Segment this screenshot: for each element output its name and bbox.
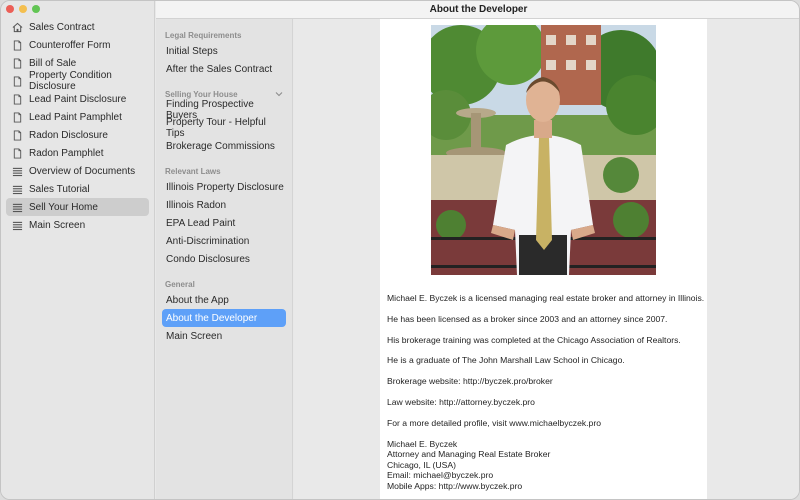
section-header: General	[156, 277, 292, 291]
document-icon	[10, 38, 24, 52]
sidebar-item-main-screen[interactable]: Main Screen	[6, 216, 149, 234]
bio-paragraph: Michael E. Byczek is a licensed managing…	[387, 293, 705, 303]
sidebar-item-label: Lead Paint Disclosure	[29, 93, 127, 105]
sidebar-item-label: Radon Disclosure	[29, 129, 108, 141]
nav-item-brokerage-commissions[interactable]: Brokerage Commissions	[162, 137, 286, 155]
section-header: Legal Requirements	[156, 28, 292, 42]
bio-paragraph: Law website: http://attorney.byczek.pro	[387, 396, 535, 407]
house-icon	[10, 20, 24, 34]
sidebar-item-label: Property Condition Disclosure	[29, 70, 112, 92]
signature-line: Mobile Apps: http://www.byczek.pro	[387, 480, 523, 491]
sidebar-item-lead-paint-disclosure[interactable]: Lead Paint Disclosure	[6, 90, 149, 108]
document-icon	[10, 56, 24, 70]
nav-item-epa-lead-paint[interactable]: EPA Lead Paint	[162, 214, 286, 232]
nav-item-illinois-property-disclosure[interactable]: Illinois Property Disclosure	[162, 178, 286, 196]
document-icon	[10, 128, 24, 142]
sidebar-item-label: Main Screen	[29, 219, 86, 231]
section-title: General	[165, 279, 195, 289]
sidebar-item-label: Overview of Documents	[29, 165, 136, 177]
nav-item-condo-disclosures[interactable]: Condo Disclosures	[162, 250, 286, 268]
nav-item-main-screen[interactable]: Main Screen	[162, 327, 286, 345]
document-icon	[10, 110, 24, 124]
section-title: Relevant Laws	[165, 166, 221, 176]
app-window: Sales Contract Counteroffer Form Bill of S…	[0, 0, 800, 500]
bio-paragraph: He has been licensed as a broker since 2…	[387, 313, 668, 324]
sidebar-item-label: Sales Tutorial	[29, 183, 90, 195]
nav-item-initial-steps[interactable]: Initial Steps	[162, 42, 286, 60]
sidebar-item-radon-disclosure[interactable]: Radon Disclosure	[6, 126, 149, 144]
list-icon	[10, 218, 24, 232]
developer-photo	[431, 25, 656, 275]
developer-page: Michael E. Byczek is a licensed managing…	[380, 19, 707, 499]
bio-paragraph: For a more detailed profile, visit www.m…	[387, 417, 601, 428]
window-title: About the Developer	[156, 1, 799, 19]
sidebar-item-label: Radon Pamphlet	[29, 147, 104, 159]
section-header: Relevant Laws	[156, 164, 292, 178]
chevron-down-icon[interactable]	[275, 90, 283, 99]
bio-paragraph: Brokerage website: http://byczek.pro/bro…	[387, 376, 553, 387]
list-icon	[10, 200, 24, 214]
sidebar-item-label: Sales Contract	[29, 21, 95, 33]
signature-line: Chicago, IL (USA)	[387, 459, 456, 470]
nav-item-property-tour-helpful-tips[interactable]: Property Tour - Helpful Tips	[162, 117, 286, 139]
document-icon	[10, 92, 24, 106]
sidebar-item-label: Bill of Sale	[29, 57, 77, 69]
section-title: Selling Your House	[165, 89, 238, 99]
zoom-window-button[interactable]	[32, 5, 40, 13]
primary-sidebar: Sales Contract Counteroffer Form Bill of S…	[1, 1, 155, 499]
sidebar-item-label: Sell Your Home	[29, 201, 98, 213]
document-icon	[10, 146, 24, 160]
signature-line: Michael E. Byczek	[387, 438, 458, 449]
nav-item-about-the-developer[interactable]: About the Developer	[162, 309, 286, 327]
sidebar-item-sales-tutorial[interactable]: Sales Tutorial	[6, 180, 149, 198]
list-icon	[10, 164, 24, 178]
developer-signature: Michael E. Byczek Attorney and Managing R…	[387, 439, 700, 492]
window-controls	[6, 5, 40, 13]
signature-line: Attorney and Managing Real Estate Broker	[387, 449, 551, 460]
sidebar-item-overview-of-documents[interactable]: Overview of Documents	[6, 162, 149, 180]
sidebar-item-sell-your-home[interactable]: Sell Your Home	[6, 198, 149, 216]
sidebar-item-property-condition-disclosure[interactable]: Property Condition Disclosure	[6, 70, 149, 92]
sidebar-item-label: Counteroffer Form	[29, 39, 111, 51]
sidebar-item-sales-contract[interactable]: Sales Contract	[6, 18, 149, 36]
content-area[interactable]: Michael E. Byczek is a licensed managing…	[294, 19, 799, 499]
document-icon	[10, 74, 24, 88]
nav-item-anti-discrimination[interactable]: Anti-Discrimination	[162, 232, 286, 250]
nav-item-about-the-app[interactable]: About the App	[162, 291, 286, 309]
section-title: Legal Requirements	[165, 30, 242, 40]
sidebar-item-counteroffer-form[interactable]: Counteroffer Form	[6, 36, 149, 54]
bio-paragraph: He is a graduate of The John Marshall La…	[387, 355, 625, 366]
nav-item-illinois-radon[interactable]: Illinois Radon	[162, 196, 286, 214]
signature-line: Email: michael@byczek.pro	[387, 470, 494, 481]
minimize-window-button[interactable]	[19, 5, 27, 13]
bio-paragraph: His brokerage training was completed at …	[387, 334, 681, 345]
sidebar-item-label: Lead Paint Pamphlet	[29, 111, 122, 123]
close-window-button[interactable]	[6, 5, 14, 13]
nav-item-after-the-sales-contract[interactable]: After the Sales Contract	[162, 60, 286, 78]
sidebar-item-lead-paint-pamphlet[interactable]: Lead Paint Pamphlet	[6, 108, 149, 126]
sidebar-item-radon-pamphlet[interactable]: Radon Pamphlet	[6, 144, 149, 162]
list-icon	[10, 182, 24, 196]
developer-bio: Michael E. Byczek is a licensed managing…	[387, 293, 705, 429]
secondary-sidebar: Legal Requirements Initial Steps After the…	[156, 19, 293, 499]
